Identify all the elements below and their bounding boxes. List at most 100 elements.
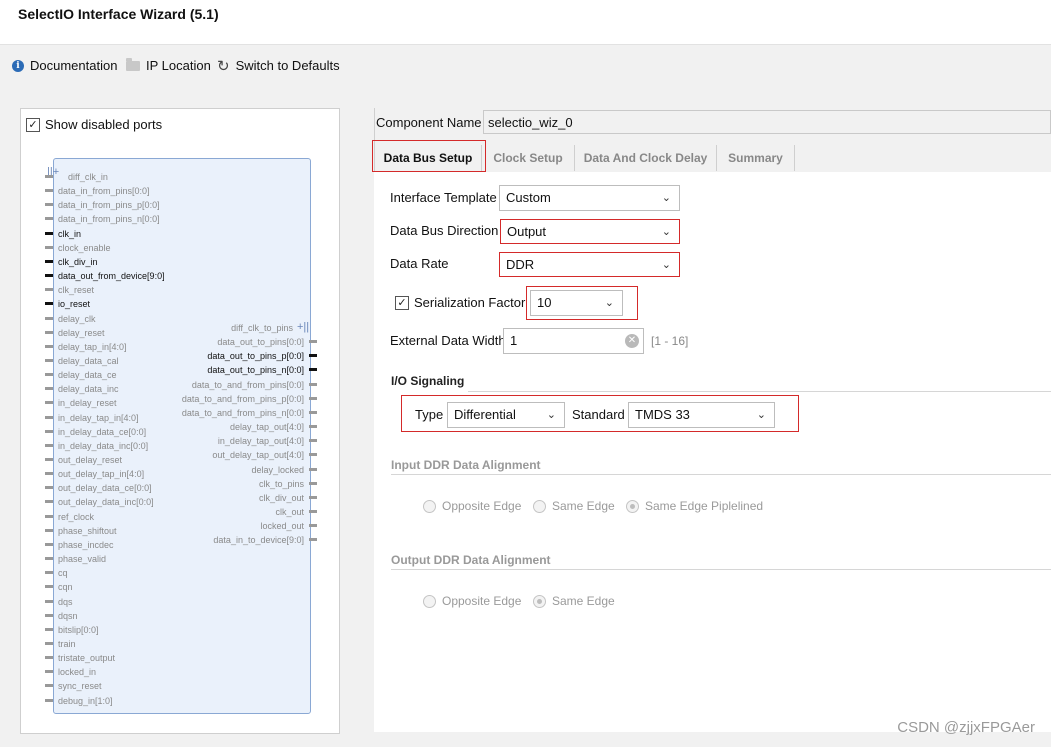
- left-pin-stub: [45, 613, 53, 617]
- left-pin-stub: [45, 330, 53, 334]
- right-pin-stub: [309, 467, 317, 471]
- right-pin-stub: [309, 524, 317, 528]
- switch-defaults-label: Switch to Defaults: [235, 58, 340, 73]
- data-rate-label: Data Rate: [390, 256, 449, 271]
- right-pin-label: clk_out: [275, 506, 304, 517]
- left-pin-label: dqs: [58, 596, 73, 607]
- left-pin-stub: [45, 245, 53, 249]
- data-bus-direction-select[interactable]: Output ⌄: [500, 219, 680, 244]
- radio-selected-icon: [533, 594, 546, 608]
- left-pin-stub: [45, 571, 53, 575]
- section-divider: [391, 569, 1051, 570]
- external-data-width-input[interactable]: 1 ✕: [503, 328, 644, 354]
- serialization-factor-select[interactable]: 10 ⌄: [530, 290, 623, 316]
- io-standard-value: TMDS 33: [635, 407, 690, 422]
- left-pin-label: out_delay_data_inc[0:0]: [58, 497, 154, 508]
- left-pin-label: out_delay_tap_in[4:0]: [58, 469, 145, 480]
- chevron-down-icon: ⌄: [546, 408, 556, 421]
- input-ddr-same-edge-pipelined-radio[interactable]: Same Edge Piplelined: [626, 499, 763, 513]
- left-pin-stub: [45, 557, 53, 561]
- right-pin-label: data_to_and_from_pins[0:0]: [191, 379, 304, 390]
- right-pin-stub: [309, 396, 317, 400]
- left-pin-label: delay_data_cal: [58, 355, 119, 366]
- external-data-width-label: External Data Width: [390, 333, 506, 348]
- left-pin-label: train: [58, 638, 76, 649]
- input-ddr-same-edge-radio[interactable]: Same Edge: [533, 499, 615, 513]
- window-title: SelectIO Interface Wizard (5.1): [18, 6, 219, 22]
- left-pin-stub: [45, 344, 53, 348]
- right-pin-stub: [309, 425, 317, 429]
- checkmark-icon: ✓: [395, 295, 409, 310]
- left-pin-stub: [45, 203, 53, 207]
- input-ddr-opposite-edge-radio[interactable]: Opposite Edge: [423, 499, 521, 513]
- right-pin-stub: [309, 354, 317, 358]
- output-ddr-option-label: Opposite Edge: [442, 594, 522, 608]
- right-pin-label: diff_clk_to_pins: [231, 323, 293, 333]
- io-type-value: Differential: [454, 407, 516, 422]
- left-pin-stub: [45, 698, 53, 702]
- right-pin-label: delay_tap_out[4:0]: [229, 422, 304, 433]
- left-pin-stub: [45, 217, 53, 221]
- left-pin-label: clk_in: [58, 228, 82, 239]
- output-ddr-option-label: Same Edge: [552, 594, 615, 608]
- output-ddr-opposite-edge-radio[interactable]: Opposite Edge: [423, 594, 521, 608]
- right-pin-label: locked_out: [260, 521, 304, 532]
- serialization-factor-value: 10: [537, 295, 552, 310]
- left-pin-stub: [45, 443, 53, 447]
- highlight-tab: [372, 140, 486, 172]
- left-pin-stub: [45, 429, 53, 433]
- left-pin-stub: [45, 302, 53, 306]
- interface-template-select[interactable]: Custom ⌄: [499, 185, 680, 211]
- left-pin-stub: [45, 528, 53, 532]
- right-pin-label: data_out_to_pins[0:0]: [217, 337, 304, 348]
- left-pin-label: clock_enable: [58, 242, 111, 253]
- component-name-label: Component Name: [376, 115, 482, 130]
- left-pin-label: delay_tap_in[4:0]: [58, 341, 127, 352]
- left-pin-label: delay_data_ce: [58, 370, 117, 381]
- io-type-select[interactable]: Differential ⌄: [447, 402, 565, 428]
- left-pin-label: locked_in: [58, 667, 97, 678]
- switch-defaults-button[interactable]: ↻ Switch to Defaults: [217, 58, 340, 73]
- left-pin-label: ref_clock: [58, 511, 95, 522]
- left-pin-stub: [45, 599, 53, 603]
- left-pin-stub: [45, 458, 53, 461]
- right-pin-label: data_out_to_pins_p[0:0]: [207, 351, 304, 362]
- left-pin-stub: [45, 401, 53, 405]
- left-pin-label: delay_data_inc: [58, 384, 119, 395]
- serialization-factor-checkbox[interactable]: ✓ Serialization Factor: [395, 295, 525, 310]
- external-data-width-range: [1 - 16]: [651, 334, 689, 348]
- ip-location-button[interactable]: IP Location: [126, 57, 211, 73]
- left-pin-label: out_delay_data_ce[0:0]: [58, 483, 152, 494]
- left-pin-stub: [45, 358, 53, 362]
- left-pin-label: tristate_output: [58, 653, 116, 664]
- tab-summary[interactable]: Summary: [717, 145, 795, 171]
- radio-icon: [533, 499, 546, 513]
- show-disabled-ports-checkbox[interactable]: ✓ Show disabled ports: [26, 117, 162, 132]
- ip-location-label: IP Location: [146, 58, 211, 73]
- tab-content: [374, 172, 1051, 732]
- left-pin-stub: [45, 641, 53, 645]
- output-ddr-title: Output DDR Data Alignment: [391, 553, 551, 567]
- clear-icon[interactable]: ✕: [625, 334, 639, 348]
- left-pin-stub: [45, 542, 53, 546]
- left-pin-stub: [45, 415, 53, 419]
- tab-data-and-clock-delay[interactable]: Data And Clock Delay: [575, 145, 717, 171]
- data-rate-select[interactable]: DDR ⌄: [499, 252, 680, 277]
- chevron-down-icon: ⌄: [661, 225, 671, 238]
- io-standard-select[interactable]: TMDS 33 ⌄: [628, 402, 775, 428]
- right-pin-stub: [309, 368, 317, 372]
- left-pin-stub: [45, 486, 53, 490]
- documentation-button[interactable]: i Documentation: [12, 58, 117, 73]
- data-bus-direction-label: Data Bus Direction: [390, 223, 499, 238]
- chevron-down-icon: ⌄: [756, 408, 766, 421]
- right-pin-stub: [309, 481, 317, 485]
- component-name-input[interactable]: selectio_wiz_0: [483, 110, 1051, 134]
- left-pin-stub: [45, 472, 53, 476]
- left-pin-label: clk_reset: [58, 285, 95, 296]
- left-pin-label: phase_valid: [58, 554, 107, 565]
- output-ddr-same-edge-radio[interactable]: Same Edge: [533, 594, 615, 608]
- tab-clock-setup[interactable]: Clock Setup: [482, 145, 575, 171]
- left-pin-label: data_out_from_device[9:0]: [58, 271, 165, 282]
- left-pin-stub: [45, 500, 53, 504]
- left-pin-stub: [45, 373, 53, 377]
